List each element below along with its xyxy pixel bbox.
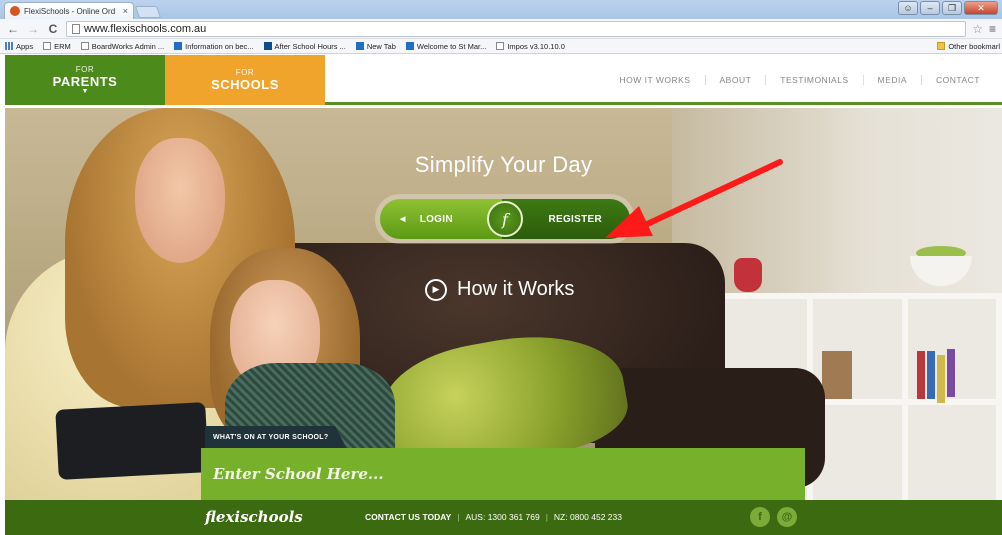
school-search-label: WHAT'S ON AT YOUR SCHOOL?: [205, 426, 347, 448]
top-navigation: HOW IT WORKS ABOUT TESTIMONIALS MEDIA CO…: [605, 55, 994, 105]
aus-phone[interactable]: AUS: 1300 361 769: [466, 512, 540, 522]
flexischools-logo-icon: f: [487, 201, 523, 237]
address-bar[interactable]: www.flexischools.com.au: [66, 20, 967, 37]
caret-down-icon: ▼: [81, 88, 89, 95]
caret-left-icon: ◀: [400, 216, 406, 223]
nav-how-it-works[interactable]: HOW IT WORKS: [605, 75, 704, 85]
red-arrow-annotation: [605, 159, 783, 238]
site-footer: flexischools CONTACT US TODAY | AUS: 130…: [5, 500, 1002, 535]
nav-contact[interactable]: CONTACT: [921, 75, 994, 85]
nav-media[interactable]: MEDIA: [862, 75, 921, 85]
bookmark-erm[interactable]: ERM: [43, 42, 71, 51]
close-icon[interactable]: ×: [123, 6, 128, 16]
pc-icon: [263, 42, 272, 50]
browser-tab[interactable]: FlexiSchools - Online Ord ×: [4, 2, 134, 19]
site-icon: [174, 42, 183, 50]
hero-banner: Simplify Your Day ◀ LOGIN REGISTER f ▶ H…: [5, 108, 1002, 500]
folder-icon: [937, 42, 946, 50]
page-icon: [80, 42, 89, 50]
tablet-device: [55, 402, 209, 480]
site-icon: [405, 42, 414, 50]
bookmark-star-icon[interactable]: ☆: [972, 22, 983, 36]
menu-icon[interactable]: ≡: [989, 22, 996, 36]
bookmark-after-school[interactable]: After School Hours ...: [263, 42, 346, 51]
reload-icon[interactable]: C: [46, 22, 60, 36]
bookmark-boardworks[interactable]: BoardWorks Admin ...: [80, 42, 164, 51]
url-text[interactable]: www.flexischools.com.au: [84, 23, 206, 35]
hero-headline: Simplify Your Day: [414, 152, 593, 177]
facebook-icon[interactable]: f: [750, 507, 770, 527]
browser-toolbar: ← → C www.flexischools.com.au ☆ ≡: [0, 19, 1002, 39]
back-arrow-icon[interactable]: ←: [6, 22, 20, 36]
bookmark-impos[interactable]: Impos v3.10.10.0: [496, 42, 565, 51]
bookmark-apps[interactable]: Apps: [5, 42, 33, 51]
minimize-icon[interactable]: –: [920, 1, 940, 15]
nav-about[interactable]: ABOUT: [704, 75, 766, 85]
restore-icon[interactable]: ❐: [942, 1, 962, 15]
forward-arrow-icon[interactable]: →: [26, 22, 40, 36]
for-parents-tab[interactable]: FOR PARENTS ▼: [5, 55, 165, 105]
bookmark-other[interactable]: Other bookmarl: [937, 42, 1000, 51]
contact-label: CONTACT US TODAY: [365, 512, 452, 522]
footer-contact: CONTACT US TODAY | AUS: 1300 361 769 | N…: [365, 512, 622, 522]
tab-title: FlexiSchools - Online Ord: [24, 6, 116, 16]
play-icon: ▶: [425, 278, 447, 301]
new-tab-button[interactable]: [134, 6, 162, 18]
email-icon[interactable]: @: [777, 507, 797, 527]
nav-testimonials[interactable]: TESTIMONIALS: [765, 75, 862, 85]
site-icon: [355, 42, 364, 50]
window-close-icon[interactable]: ✕: [964, 1, 998, 15]
how-it-works-link[interactable]: ▶ How it Works: [425, 278, 574, 301]
school-search-input[interactable]: [201, 448, 805, 500]
user-icon[interactable]: ☺: [898, 1, 918, 15]
bookmarks-bar: Apps ERM BoardWorks Admin ... Informatio…: [0, 39, 1002, 54]
bookmark-new-tab[interactable]: New Tab: [355, 42, 396, 51]
bookmark-information[interactable]: Information on bec...: [174, 42, 254, 51]
flexischools-favicon-icon: [10, 6, 20, 16]
page-icon: [72, 23, 80, 34]
nz-phone[interactable]: NZ: 0800 452 233: [554, 512, 622, 522]
window-controls: ☺ – ❐ ✕: [898, 1, 998, 15]
vase-decoration: [734, 258, 762, 292]
bookmark-st-mar[interactable]: Welcome to St Mar...: [405, 42, 486, 51]
apps-icon: [5, 42, 13, 50]
browser-tabstrip: FlexiSchools - Online Ord × ☺ – ❐ ✕: [0, 0, 1002, 19]
for-schools-tab[interactable]: FOR SCHOOLS: [165, 55, 325, 105]
page-icon: [43, 42, 52, 50]
footer-brand[interactable]: flexischools: [205, 508, 303, 526]
page-icon: [496, 42, 505, 50]
site-header: FOR PARENTS ▼ FOR SCHOOLS HOW IT WORKS A…: [5, 55, 1002, 105]
